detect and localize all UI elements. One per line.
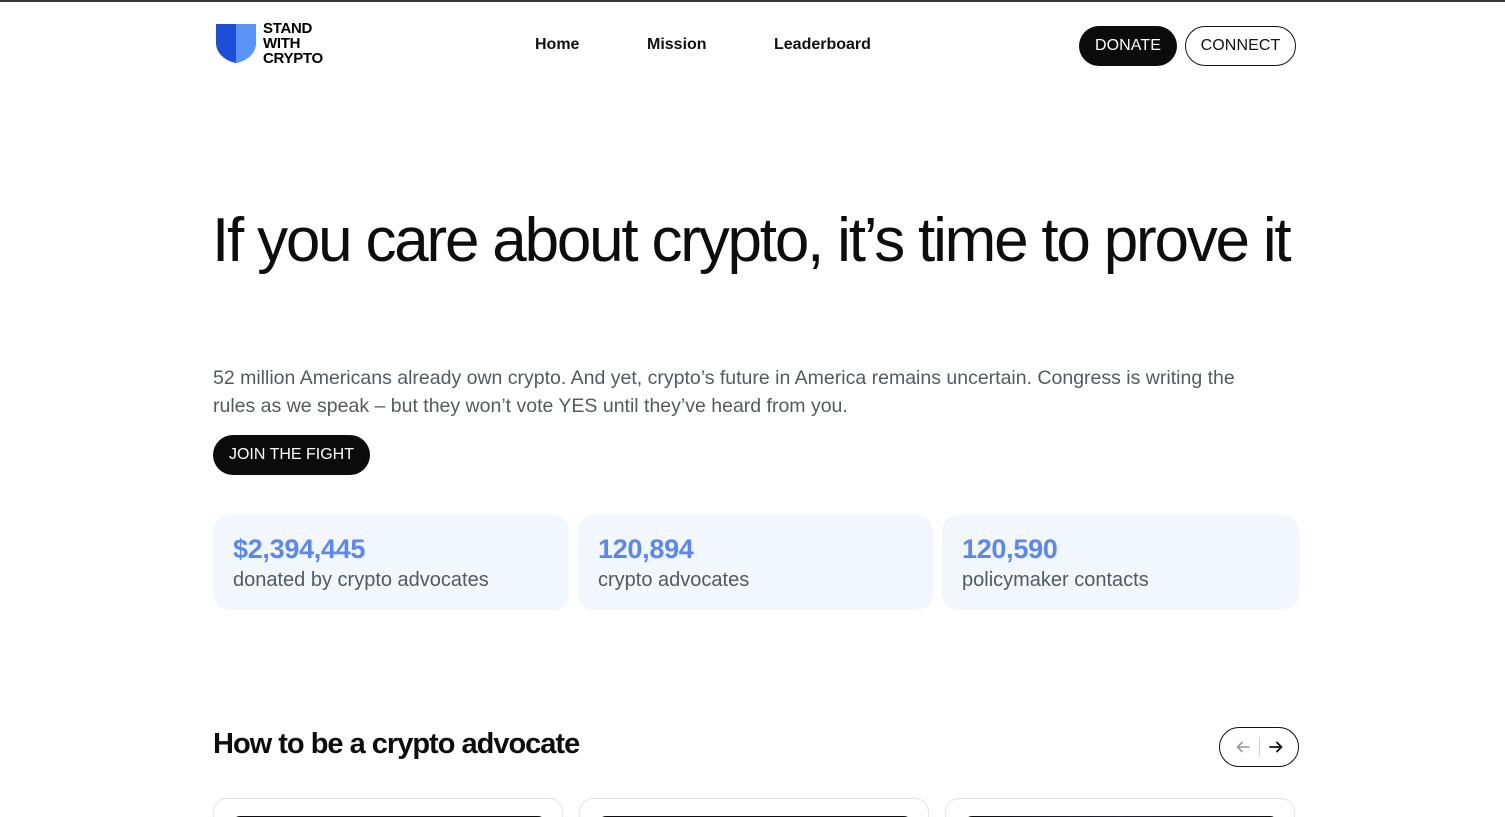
carousel-next-button[interactable]: [1260, 732, 1292, 762]
page: STAND WITH CRYPTO Home Mission Leaderboa…: [0, 0, 1505, 817]
connect-button[interactable]: CONNECT: [1185, 26, 1296, 66]
section-title: How to be a crypto advocate: [213, 728, 580, 760]
hero-subtitle: 52 million Americans already own crypto.…: [213, 367, 1235, 417]
advocate-card[interactable]: [213, 798, 563, 817]
logo-line-1: STAND: [263, 20, 313, 37]
hero-title: If you care about crypto, it’s time to p…: [212, 206, 1292, 275]
stat-label: donated by crypto advocates: [233, 569, 489, 591]
join-the-fight-button[interactable]: JOIN THE FIGHT: [213, 435, 370, 475]
stat-card-policymaker-contacts: 120,590 policymaker contacts: [942, 515, 1299, 610]
nav-leaderboard-link[interactable]: Leaderboard: [774, 36, 871, 54]
stat-value: 120,590: [962, 534, 1058, 564]
donate-button[interactable]: DONATE: [1079, 26, 1177, 66]
nav-home-link[interactable]: Home: [535, 36, 579, 54]
advocate-card[interactable]: [945, 798, 1295, 817]
carousel-prev-button[interactable]: [1227, 732, 1259, 762]
nav-mission-link[interactable]: Mission: [647, 36, 707, 54]
arrow-right-icon: [1268, 741, 1282, 753]
stat-value: 120,894: [598, 534, 694, 564]
stat-card-donations: $2,394,445 donated by crypto advocates: [213, 515, 569, 610]
stat-label: policymaker contacts: [962, 569, 1149, 591]
stat-label: crypto advocates: [598, 569, 750, 591]
arrow-left-icon: [1236, 741, 1250, 753]
stat-value: $2,394,445: [233, 534, 366, 564]
carousel-pager: [1219, 727, 1299, 767]
stat-card-advocates: 120,894 crypto advocates: [578, 515, 933, 610]
advocate-card[interactable]: [579, 798, 929, 817]
